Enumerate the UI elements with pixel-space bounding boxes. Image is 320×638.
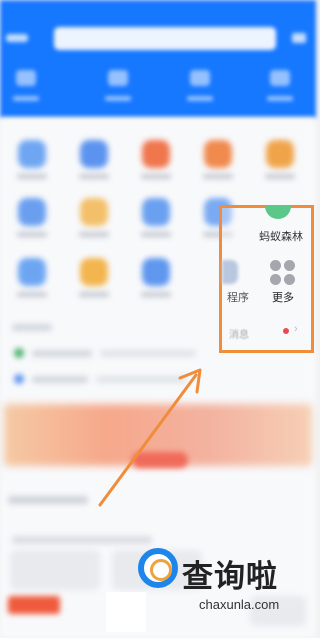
watermark-backdrop [106,592,146,632]
annotation-arrow [98,368,202,507]
watermark-title: 查询啦 [182,559,278,595]
watermark-url: chaxunla.com [199,597,280,612]
watermark-logo-icon [138,548,178,588]
